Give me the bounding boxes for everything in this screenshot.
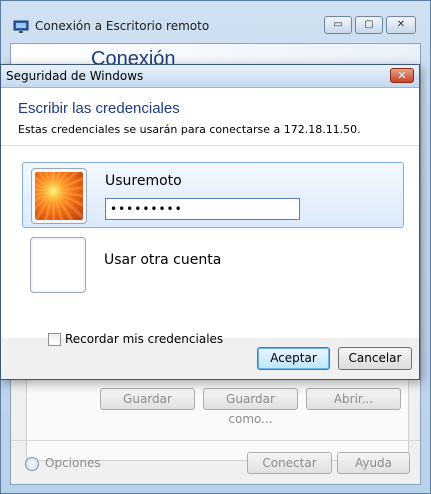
other-account-label: Usar otra cuenta	[104, 252, 222, 268]
close-icon: ✕	[396, 19, 406, 30]
help-button[interactable]: Ayuda	[337, 452, 410, 474]
user-avatar	[31, 168, 87, 224]
password-field[interactable]	[105, 198, 300, 220]
remote-desktop-icon	[13, 20, 29, 33]
remember-credentials-checkbox[interactable]	[48, 333, 61, 346]
accept-button[interactable]: Aceptar	[257, 347, 330, 370]
dialog-heading: Escribir las credenciales	[18, 100, 180, 117]
divider	[1, 145, 419, 146]
account-tile-usuremoto[interactable]: Usuremoto	[22, 162, 404, 228]
window-title: Conexión a Escritorio remoto	[35, 19, 210, 33]
remember-credentials-label[interactable]: Recordar mis credenciales	[65, 332, 223, 346]
windows-security-dialog: Seguridad de Windows ✕ Escribir las cred…	[0, 64, 420, 380]
connect-button[interactable]: Conectar	[247, 452, 332, 474]
dialog-body: Escribir las credenciales Estas credenci…	[1, 88, 419, 346]
dialog-subtitle: Estas credenciales se usarán para conect…	[18, 123, 361, 136]
dialog-close-button[interactable]: ✕	[390, 68, 414, 83]
save-as-button[interactable]: Guardar como...	[203, 388, 298, 426]
title-bar[interactable]: Conexión a Escritorio remoto ▭ ▢ ✕	[1, 1, 430, 34]
minimize-icon: ▭	[333, 19, 343, 30]
cancel-button[interactable]: Cancelar	[338, 347, 412, 370]
options-link[interactable]: Opciones	[45, 456, 101, 470]
save-button[interactable]: Guardar	[100, 388, 195, 410]
account-name: Usuremoto	[105, 173, 182, 189]
account-tile-other[interactable]: Usar otra cuenta	[22, 232, 404, 298]
dialog-title-bar[interactable]: Seguridad de Windows ✕	[1, 65, 419, 88]
options-toggle-icon[interactable]	[25, 457, 39, 471]
connection-settings-group: Guardar Guardar como... Abrir...	[26, 369, 409, 461]
open-button[interactable]: Abrir...	[306, 388, 401, 410]
flower-avatar-icon	[35, 172, 83, 220]
minimize-button[interactable]: ▭	[324, 16, 352, 34]
dialog-title: Seguridad de Windows	[6, 69, 144, 83]
close-button[interactable]: ✕	[386, 16, 416, 34]
blank-avatar-icon	[30, 237, 86, 293]
close-icon: ✕	[397, 69, 407, 82]
maximize-icon: ▢	[364, 19, 374, 30]
divider	[11, 440, 420, 441]
maximize-button[interactable]: ▢	[355, 16, 383, 34]
